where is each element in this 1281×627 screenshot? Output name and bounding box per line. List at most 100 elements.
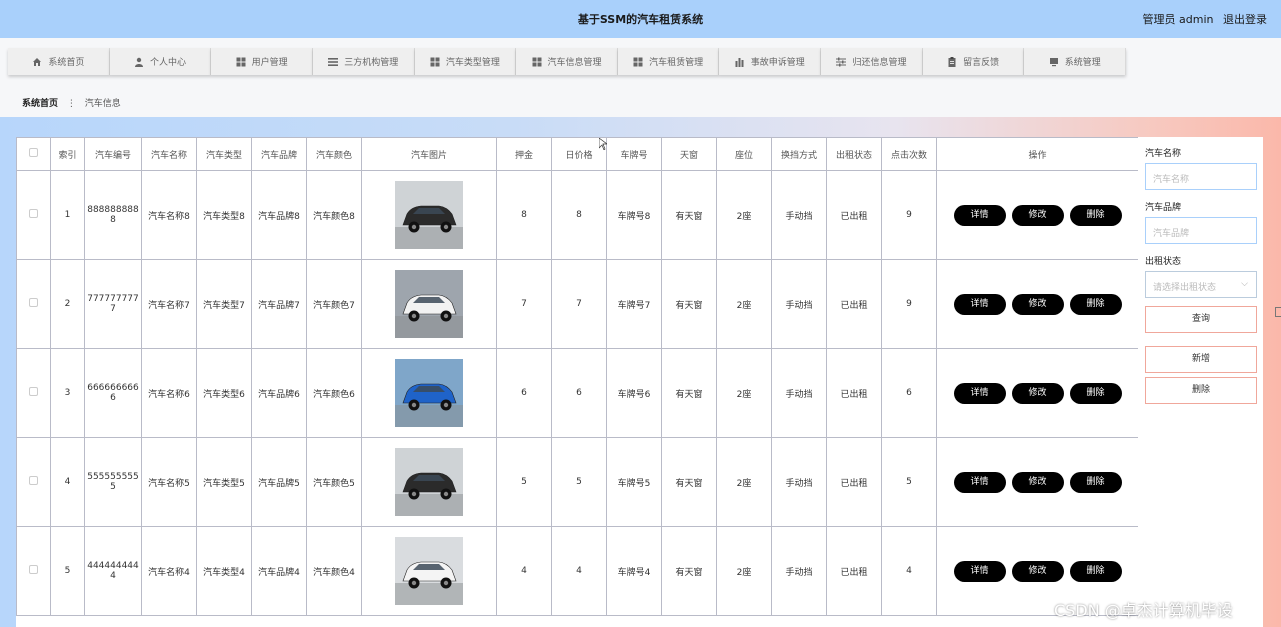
breadcrumb-current: 汽车信息 [84,99,121,109]
cell-index: 4 [50,437,85,527]
edit-button[interactable]: 修改 [1011,560,1064,582]
nav-item-9[interactable]: 留言反馈 [922,48,1025,75]
car-brand-input[interactable]: 汽车品牌 [1145,217,1257,244]
row-checkbox[interactable] [29,209,38,218]
cell-color: 汽车颜色7 [306,259,362,349]
cell-color: 汽车颜色5 [306,437,362,527]
car-table: 索引 汽车编号 汽车名称 汽车类型 汽车品牌 汽车颜色 汽车图片 押金 日价格 车牌号 天窗 座位 换挡… [16,137,1138,616]
detail-button[interactable]: 详情 [953,204,1006,226]
grid-icon [633,57,643,67]
nav-item-label: 系统首页 [48,58,85,68]
delete-button[interactable]: 删除 [1069,204,1122,226]
detail-button[interactable]: 详情 [953,471,1006,493]
car-image [395,181,463,249]
column-header: 座位 [716,137,772,171]
nav-item-2[interactable]: 用户管理 [211,48,313,75]
nav-item-7[interactable]: 事故申诉管理 [719,48,822,75]
detail-button[interactable]: 详情 [953,382,1006,404]
cell-gear: 手动挡 [771,348,827,438]
cell-clicks: 9 [881,259,937,349]
cell-deposit: 7 [496,259,552,349]
breadcrumb-separator: ⋮ [66,99,76,109]
cell-color: 汽车颜色6 [306,348,362,438]
car-image [395,537,463,605]
car-name-input[interactable]: 汽车名称 [1145,163,1257,190]
cell-code: 4444444444 [84,526,142,616]
delete-button[interactable]: 删除 [1069,471,1122,493]
cell-sunroof: 有天窗 [661,526,717,616]
column-header: 操作 [936,137,1138,171]
nav-item-4[interactable]: 汽车类型管理 [414,48,517,75]
cell-plate: 车牌号8 [606,170,662,260]
nav-item-label: 个人中心 [149,58,186,68]
add-button[interactable]: 新增 [1145,346,1257,373]
detail-button[interactable]: 详情 [953,560,1006,582]
cell-price: 4 [551,526,607,616]
cell-brand: 汽车品牌5 [251,437,307,527]
batch-delete-button[interactable]: 删除 [1145,377,1257,404]
select-all-checkbox[interactable] [29,148,38,157]
row-checkbox-cell[interactable] [16,170,51,260]
watermark: CSDN @卓杰计算机毕设 [1054,601,1233,620]
cell-seats: 2座 [716,170,772,260]
row-checkbox-cell[interactable] [16,437,51,527]
logout-link[interactable]: 退出登录 [1223,13,1267,26]
edit-button[interactable]: 修改 [1011,471,1064,493]
nav-item-3[interactable]: 三方机构管理 [312,48,415,75]
cell-color: 汽车颜色4 [306,526,362,616]
row-checkbox-cell[interactable] [16,348,51,438]
nav-item-0[interactable]: 系统首页 [8,48,110,75]
cell-clicks: 6 [881,348,937,438]
row-checkbox[interactable] [29,298,38,307]
cell-clicks: 9 [881,170,937,260]
row-checkbox-cell[interactable] [16,526,51,616]
cell-actions: 详情 修改 删除 [936,437,1138,527]
row-checkbox-cell[interactable] [16,259,51,349]
edit-button[interactable]: 修改 [1011,382,1064,404]
breadcrumb-home[interactable]: 系统首页 [22,99,58,109]
chart-icon [735,57,745,67]
cell-seats: 2座 [716,348,772,438]
cell-actions: 详情 修改 删除 [936,259,1138,349]
column-header: 汽车编号 [84,137,142,171]
nav-item-5[interactable]: 汽车信息管理 [516,48,618,75]
edit-button[interactable]: 修改 [1011,293,1064,315]
car-image [395,270,463,338]
cell-brand: 汽车品牌6 [251,348,307,438]
mouse-cursor-icon [599,138,607,150]
nav-item-1[interactable]: 个人中心 [109,48,212,75]
clipboard-icon [947,56,957,67]
rent-status-select[interactable]: 请选择出租状态 ⌵ [1145,271,1257,298]
nav-item-10[interactable]: 系统管理 [1024,48,1127,75]
column-header: 汽车颜色 [306,137,362,171]
cell-plate: 车牌号7 [606,259,662,349]
row-checkbox[interactable] [29,565,38,574]
table-row: 2 7777777777 汽车名称7 汽车类型7 汽车品牌7 汽车颜色7 7 7 车牌号7 有天窗… [16,259,1138,349]
column-header: 汽车图片 [361,137,497,171]
cell-image [361,170,497,260]
cell-plate: 车牌号5 [606,437,662,527]
row-checkbox[interactable] [29,387,38,396]
cell-brand: 汽车品牌8 [251,170,307,260]
table-row: 3 6666666666 汽车名称6 汽车类型6 汽车品牌6 汽车颜色6 6 6 车牌号6 有天窗… [16,348,1138,438]
search-button[interactable]: 查询 [1145,306,1257,333]
cell-price: 5 [551,437,607,527]
detail-button[interactable]: 详情 [953,293,1006,315]
edit-button[interactable]: 修改 [1011,204,1064,226]
column-header: 出租状态 [826,137,882,171]
row-checkbox[interactable] [29,476,38,485]
column-header: 汽车类型 [196,137,252,171]
nav-item-6[interactable]: 汽车租赁管理 [617,48,720,75]
delete-button[interactable]: 删除 [1069,382,1122,404]
column-header: 天窗 [661,137,717,171]
select-all-checkbox-cell[interactable] [16,137,51,171]
column-header: 押金 [496,137,552,171]
nav-item-8[interactable]: 归还信息管理 [821,48,923,75]
cell-sunroof: 有天窗 [661,348,717,438]
nav-item-label: 汽车类型管理 [445,58,500,68]
delete-button[interactable]: 删除 [1069,293,1122,315]
cell-clicks: 4 [881,526,937,616]
delete-button[interactable]: 删除 [1069,560,1122,582]
rent-status-placeholder: 请选择出租状态 [1153,283,1217,293]
cell-sunroof: 有天窗 [661,170,717,260]
